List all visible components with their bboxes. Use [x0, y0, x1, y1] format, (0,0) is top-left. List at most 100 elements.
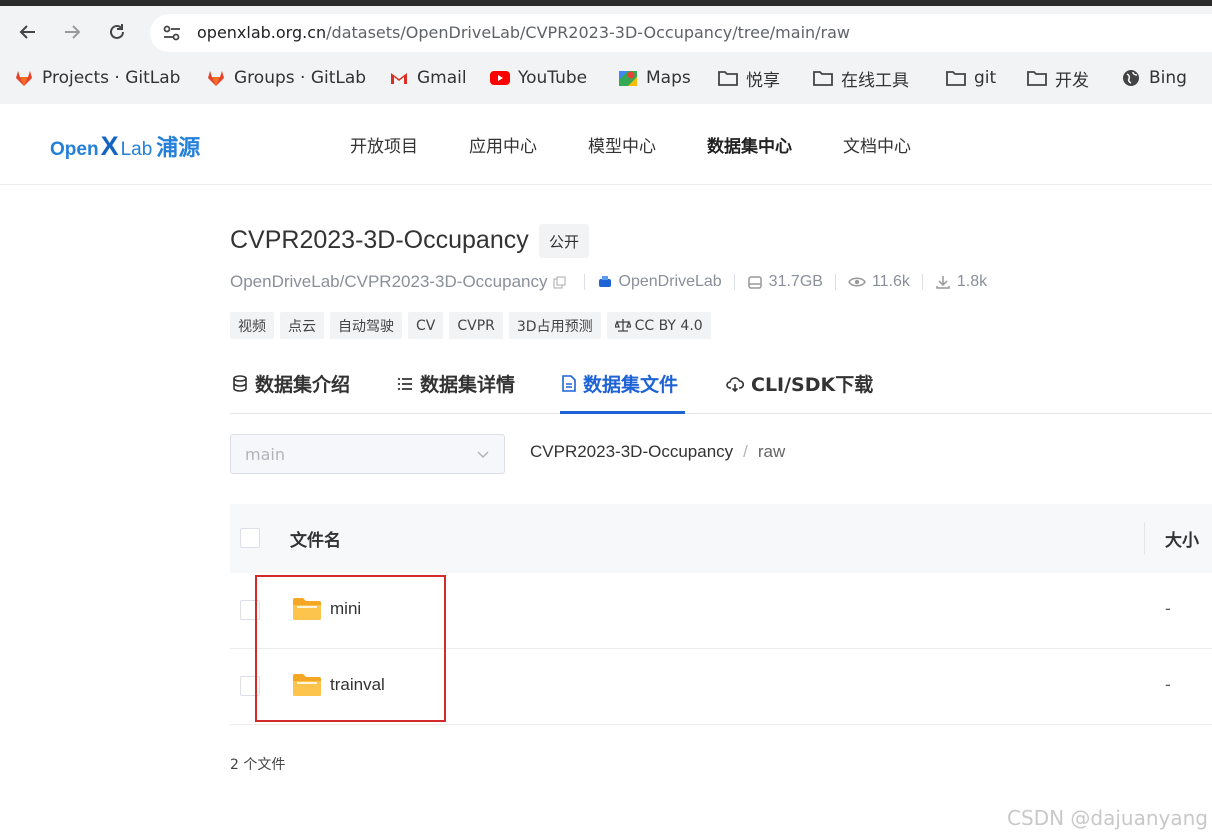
tab-cli-sdk-download[interactable]: CLI/SDK下载	[726, 370, 873, 397]
bookmark-label: Gmail	[417, 68, 467, 88]
license-label: CC BY 4.0	[634, 317, 703, 334]
bookmark-label: 开发	[1055, 70, 1089, 91]
file-count: 2 个文件	[230, 757, 286, 773]
dataset-meta: OpenDriveLab/CVPR2023-3D-Occupancy OpenD…	[230, 270, 987, 294]
nav-open-projects[interactable]: 开放项目	[350, 132, 418, 157]
active-tab-indicator	[560, 411, 685, 414]
column-divider	[1144, 522, 1145, 554]
back-button[interactable]	[16, 20, 40, 44]
meta-divider	[921, 274, 923, 290]
url-path: /datasets/OpenDriveLab/CVPR2023-3D-Occup…	[326, 23, 851, 42]
bookmark-label: 在线工具	[841, 70, 909, 91]
file-size: -	[1165, 675, 1171, 694]
url-host: openxlab.org.cn	[197, 23, 327, 42]
site-settings-icon[interactable]	[162, 24, 182, 42]
breadcrumb-separator: /	[743, 442, 748, 461]
database-icon	[232, 375, 248, 392]
owner-name: OpenDriveLab	[618, 273, 722, 290]
views-value: 11.6k	[871, 273, 910, 290]
bookmark-groups-gitlab[interactable]: Groups · GitLab	[206, 66, 366, 90]
bookmark-label: Groups · GitLab	[234, 68, 367, 88]
address-bar[interactable]: openxlab.org.cn/datasets/OpenDriveLab/CV…	[150, 14, 1212, 52]
eye-icon	[848, 276, 866, 288]
gitlab-icon	[14, 68, 34, 88]
logo-cn: 浦源	[156, 135, 201, 160]
nav-model-center[interactable]: 模型中心	[588, 132, 656, 157]
tab-label: 数据集介绍	[255, 374, 351, 396]
tab-label: 数据集详情	[420, 374, 516, 396]
site-header: Open X Lab 浦源 开放项目 应用中心 模型中心 数据集中心 文档中心	[0, 104, 1212, 185]
view-count: 11.6k	[848, 273, 910, 291]
tag[interactable]: 自动驾驶	[330, 312, 402, 339]
bookmark-label: Bing	[1149, 68, 1187, 88]
gitlab-icon	[206, 68, 226, 88]
bookmark-folder-online-tools[interactable]: 在线工具	[813, 66, 909, 91]
arrow-left-icon	[19, 25, 35, 39]
size-value: 31.7GB	[768, 273, 823, 290]
file-icon	[562, 375, 576, 392]
list-icon	[397, 377, 413, 391]
tab-dataset-intro[interactable]: 数据集介绍	[232, 370, 350, 397]
branch-value: main	[245, 445, 285, 464]
owner-link[interactable]: OpenDriveLab	[597, 273, 722, 291]
dataset-title: CVPR2023-3D-Occupancy	[230, 226, 529, 254]
tag-list: 视频 点云 自动驾驶 CV CVPR 3D占用预测 CC BY 4.0	[230, 312, 717, 339]
tab-dataset-files[interactable]: 数据集文件	[562, 370, 678, 397]
scale-icon	[614, 319, 631, 332]
license-tag[interactable]: CC BY 4.0	[606, 312, 711, 339]
repo-path-text: OpenDriveLab/CVPR2023-3D-Occupancy	[230, 272, 548, 291]
window-top-strip	[0, 0, 1212, 6]
tag[interactable]: CVPR	[449, 312, 503, 339]
nav-app-center[interactable]: 应用中心	[469, 132, 537, 157]
download-icon	[935, 274, 951, 290]
table-header: 文件名 大小	[230, 504, 1212, 573]
reload-icon	[110, 24, 124, 39]
reload-button[interactable]	[105, 20, 129, 44]
logo-lab: Lab	[120, 139, 153, 160]
tag[interactable]: 点云	[280, 312, 324, 339]
bookmark-label: YouTube	[518, 68, 588, 88]
meta-divider	[733, 274, 735, 290]
tag[interactable]: 3D占用预测	[508, 312, 601, 339]
openxlab-logo[interactable]: Open X Lab 浦源	[50, 130, 200, 162]
nav-dataset-center[interactable]: 数据集中心	[707, 132, 792, 157]
annotation-highlight-box	[255, 575, 446, 722]
nav-doc-center[interactable]: 文档中心	[843, 132, 911, 157]
folder-icon	[813, 68, 833, 88]
forward-button[interactable]	[60, 20, 84, 44]
tab-label: 数据集文件	[583, 374, 679, 396]
tag[interactable]: 视频	[230, 312, 274, 339]
tab-dataset-details[interactable]: 数据集详情	[397, 370, 515, 397]
tag[interactable]: CV	[408, 312, 444, 339]
gmail-icon	[389, 68, 409, 88]
column-header-size[interactable]: 大小	[1165, 526, 1199, 551]
bookmark-maps[interactable]: Maps	[618, 66, 691, 90]
bookmarks-bar: Projects · GitLab Groups · GitLab Gmail …	[0, 60, 1212, 96]
copy-icon[interactable]	[553, 276, 566, 289]
logo-open: Open	[50, 139, 99, 160]
watermark: CSDN @dajuanyang	[1007, 806, 1208, 830]
select-all-checkbox[interactable]	[240, 528, 260, 548]
bookmark-label: git	[974, 68, 997, 88]
url-text[interactable]: openxlab.org.cn/datasets/OpenDriveLab/CV…	[197, 23, 850, 42]
bookmark-label: 悦享	[746, 70, 780, 91]
bookmark-youtube[interactable]: YouTube	[490, 66, 587, 90]
column-header-name[interactable]: 文件名	[290, 526, 341, 551]
main-nav: 开放项目 应用中心 模型中心 数据集中心 文档中心	[350, 132, 962, 157]
downloads-value: 1.8k	[956, 273, 988, 290]
bookmark-folder-git[interactable]: git	[946, 66, 996, 90]
bookmark-folder-dev[interactable]: 开发	[1027, 66, 1089, 91]
meta-divider	[583, 274, 585, 290]
dataset-size: 31.7GB	[747, 273, 823, 291]
meta-divider	[834, 274, 836, 290]
bookmark-gmail[interactable]: Gmail	[389, 66, 467, 90]
bookmark-projects-gitlab[interactable]: Projects · GitLab	[14, 66, 180, 90]
bookmark-label: Maps	[646, 68, 691, 88]
globe-icon	[1121, 68, 1141, 88]
branch-select[interactable]: main	[230, 434, 505, 474]
folder-icon	[946, 68, 966, 88]
breadcrumb-root[interactable]: CVPR2023-3D-Occupancy	[530, 442, 733, 462]
bookmark-folder-yuexiang[interactable]: 悦享	[718, 66, 780, 91]
bookmark-bing[interactable]: Bing	[1121, 66, 1187, 90]
chevron-down-icon	[476, 446, 490, 465]
